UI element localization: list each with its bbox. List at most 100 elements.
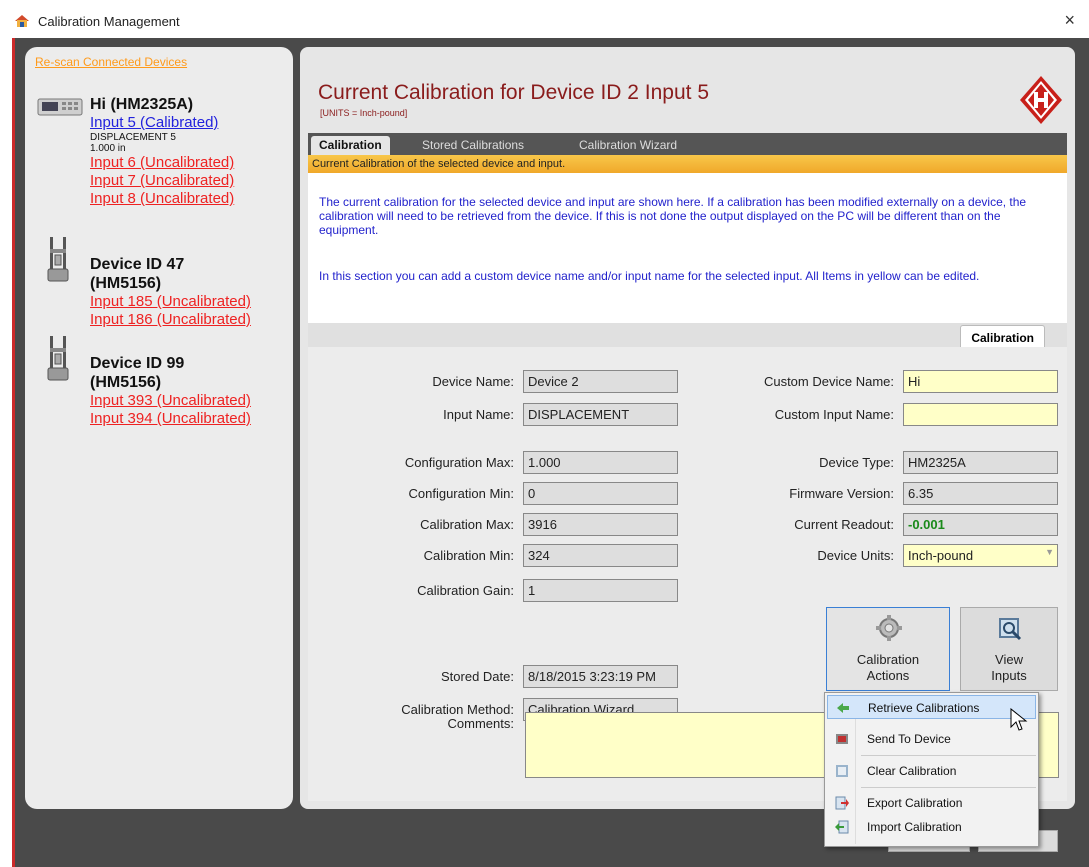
page-title: Current Calibration for Device ID 2 Inpu…	[318, 81, 710, 104]
custom-device-name-label: Custom Device Name:	[763, 374, 894, 389]
chevron-down-icon: ▼	[1045, 547, 1054, 557]
input-detail-value: 1.000 in	[90, 143, 126, 154]
label-line2: Inputs	[991, 668, 1027, 683]
input-name-label: Input Name:	[443, 407, 514, 422]
menu-item-label: Export Calibration	[867, 796, 963, 810]
custom-input-name-field[interactable]	[903, 403, 1058, 426]
firmware-version-label: Firmware Version:	[789, 486, 894, 501]
calibration-actions-menu: Retrieve Calibrations Send To Device Cle…	[824, 692, 1039, 847]
label-line2: Actions	[866, 668, 910, 683]
gear-icon	[876, 615, 902, 641]
device-model: (HM5156)	[90, 275, 162, 292]
magnifier-icon	[999, 618, 1022, 641]
sidebar-input-394[interactable]: Input 394 (Uncalibrated)	[90, 410, 290, 428]
config-max-field: 1.000	[523, 451, 678, 474]
firmware-version-field: 6.35	[903, 482, 1058, 505]
view-inputs-label: View Inputs	[961, 652, 1057, 684]
device-name: Device ID 47	[90, 256, 185, 273]
sidebar-input-7[interactable]: Input 7 (Uncalibrated)	[90, 172, 293, 190]
current-readout-label: Current Readout:	[794, 517, 894, 532]
device-name-label: Device Name:	[432, 374, 514, 389]
current-readout-field: -0.001	[903, 513, 1058, 536]
clear-icon	[836, 765, 848, 777]
menu-item-send-to-device[interactable]: Send To Device	[827, 727, 1036, 751]
input-name-field: DISPLACEMENT	[523, 403, 678, 426]
window-titlebar: Calibration Management ×	[0, 0, 1089, 38]
edit-instructions-text: In this section you can add a custom dev…	[319, 269, 980, 283]
device-hi: Hi (HM2325A) Input 5 (Calibrated) DISPLA…	[90, 95, 293, 208]
view-inputs-button[interactable]: View Inputs	[960, 607, 1058, 691]
cal-max-label: Calibration Max:	[420, 517, 514, 532]
tab-calibration[interactable]: Calibration	[311, 136, 390, 155]
sidebar-input-6[interactable]: Input 6 (Uncalibrated)	[90, 154, 293, 172]
device-units-select[interactable]: Inch-pound ▼	[903, 544, 1058, 567]
device-type-label: Device Type:	[819, 455, 894, 470]
menu-separator	[861, 755, 1036, 756]
subtab-bar: Calibration	[308, 323, 1067, 348]
cal-method-label: Calibration Method:	[401, 702, 514, 717]
rescan-devices-link[interactable]: Re-scan Connected Devices	[35, 55, 187, 69]
menu-item-import-calibration[interactable]: Import Calibration	[827, 815, 1036, 839]
device-sidebar: Re-scan Connected Devices Hi (HM2325A) I…	[25, 47, 293, 809]
menu-item-label: Retrieve Calibrations	[868, 701, 980, 715]
custom-device-name-field[interactable]: Hi	[903, 370, 1058, 393]
send-device-icon	[836, 734, 848, 744]
device-units-value: Inch-pound	[908, 548, 974, 563]
device-47: Device ID 47 (HM5156) Input 185 (Uncalib…	[90, 255, 293, 329]
cal-min-field: 324	[523, 544, 678, 567]
device-model: (HM5156)	[90, 374, 162, 391]
main-tabbar: Calibration Stored Calibrations Calibrat…	[308, 133, 1067, 155]
load-frame-icon	[47, 336, 69, 381]
sidebar-input-393[interactable]: Input 393 (Uncalibrated)	[90, 392, 290, 410]
subtab-calibration[interactable]: Calibration	[960, 325, 1045, 348]
menu-item-retrieve-calibrations[interactable]: Retrieve Calibrations	[827, 695, 1036, 719]
sidebar-input-5[interactable]: Input 5 (Calibrated)	[90, 114, 293, 132]
input-detail-name: DISPLACEMENT 5	[90, 132, 176, 143]
company-logo	[1020, 76, 1062, 124]
arrow-left-green-icon	[837, 703, 849, 713]
device-99: Device ID 99 (HM5156) Input 393 (Uncalib…	[90, 354, 293, 428]
tab-stored-calibrations[interactable]: Stored Calibrations	[414, 136, 532, 155]
stored-date-field: 8/18/2015 3:23:19 PM	[523, 665, 678, 688]
menu-item-label: Import Calibration	[867, 820, 962, 834]
cal-gain-field: 1	[523, 579, 678, 602]
cal-gain-label: Calibration Gain:	[417, 583, 514, 598]
comments-label: Comments:	[447, 716, 514, 731]
stored-date-label: Stored Date:	[441, 669, 514, 684]
sidebar-input-185[interactable]: Input 185 (Uncalibrated)	[90, 293, 290, 311]
device-type-field: HM2325A	[903, 451, 1058, 474]
cal-min-label: Calibration Min:	[423, 548, 514, 563]
menu-item-export-calibration[interactable]: Export Calibration	[827, 791, 1036, 815]
device-name: Device ID 99	[90, 355, 185, 372]
label-line1: View	[995, 652, 1023, 667]
menu-item-label: Send To Device	[867, 732, 951, 746]
config-max-label: Configuration Max:	[404, 455, 514, 470]
export-icon	[835, 796, 849, 810]
device-name-field: Device 2	[523, 370, 678, 393]
menu-item-clear-calibration[interactable]: Clear Calibration	[827, 759, 1036, 783]
app-icon	[15, 15, 29, 27]
calibration-actions-label: Calibration Actions	[827, 652, 949, 684]
description-text: The current calibration for the selected…	[319, 195, 1027, 237]
menu-item-label: Clear Calibration	[867, 764, 957, 778]
custom-input-name-label: Custom Input Name:	[774, 407, 894, 422]
device-units-label: Device Units:	[817, 548, 894, 563]
label-line1: Calibration	[856, 652, 920, 667]
load-frame-icon	[47, 237, 69, 282]
window-title: Calibration Management	[38, 14, 180, 29]
tab-calibration-wizard[interactable]: Calibration Wizard	[571, 136, 685, 155]
section-banner: Current Calibration of the selected devi…	[308, 155, 1067, 173]
import-icon	[835, 820, 849, 834]
sidebar-input-8[interactable]: Input 8 (Uncalibrated)	[90, 190, 293, 208]
config-min-label: Configuration Min:	[408, 486, 515, 501]
sidebar-input-186[interactable]: Input 186 (Uncalibrated)	[90, 311, 290, 329]
readout-device-icon	[37, 98, 83, 116]
mouse-cursor-icon	[1010, 708, 1028, 731]
close-icon[interactable]: ×	[1064, 10, 1075, 31]
calibration-actions-button[interactable]: Calibration Actions	[826, 607, 950, 691]
config-min-field: 0	[523, 482, 678, 505]
device-name: Hi (HM2325A)	[90, 96, 194, 113]
menu-separator	[861, 787, 1036, 788]
cal-max-field: 3916	[523, 513, 678, 536]
units-label: [UNITS = Inch-pound]	[320, 108, 408, 118]
